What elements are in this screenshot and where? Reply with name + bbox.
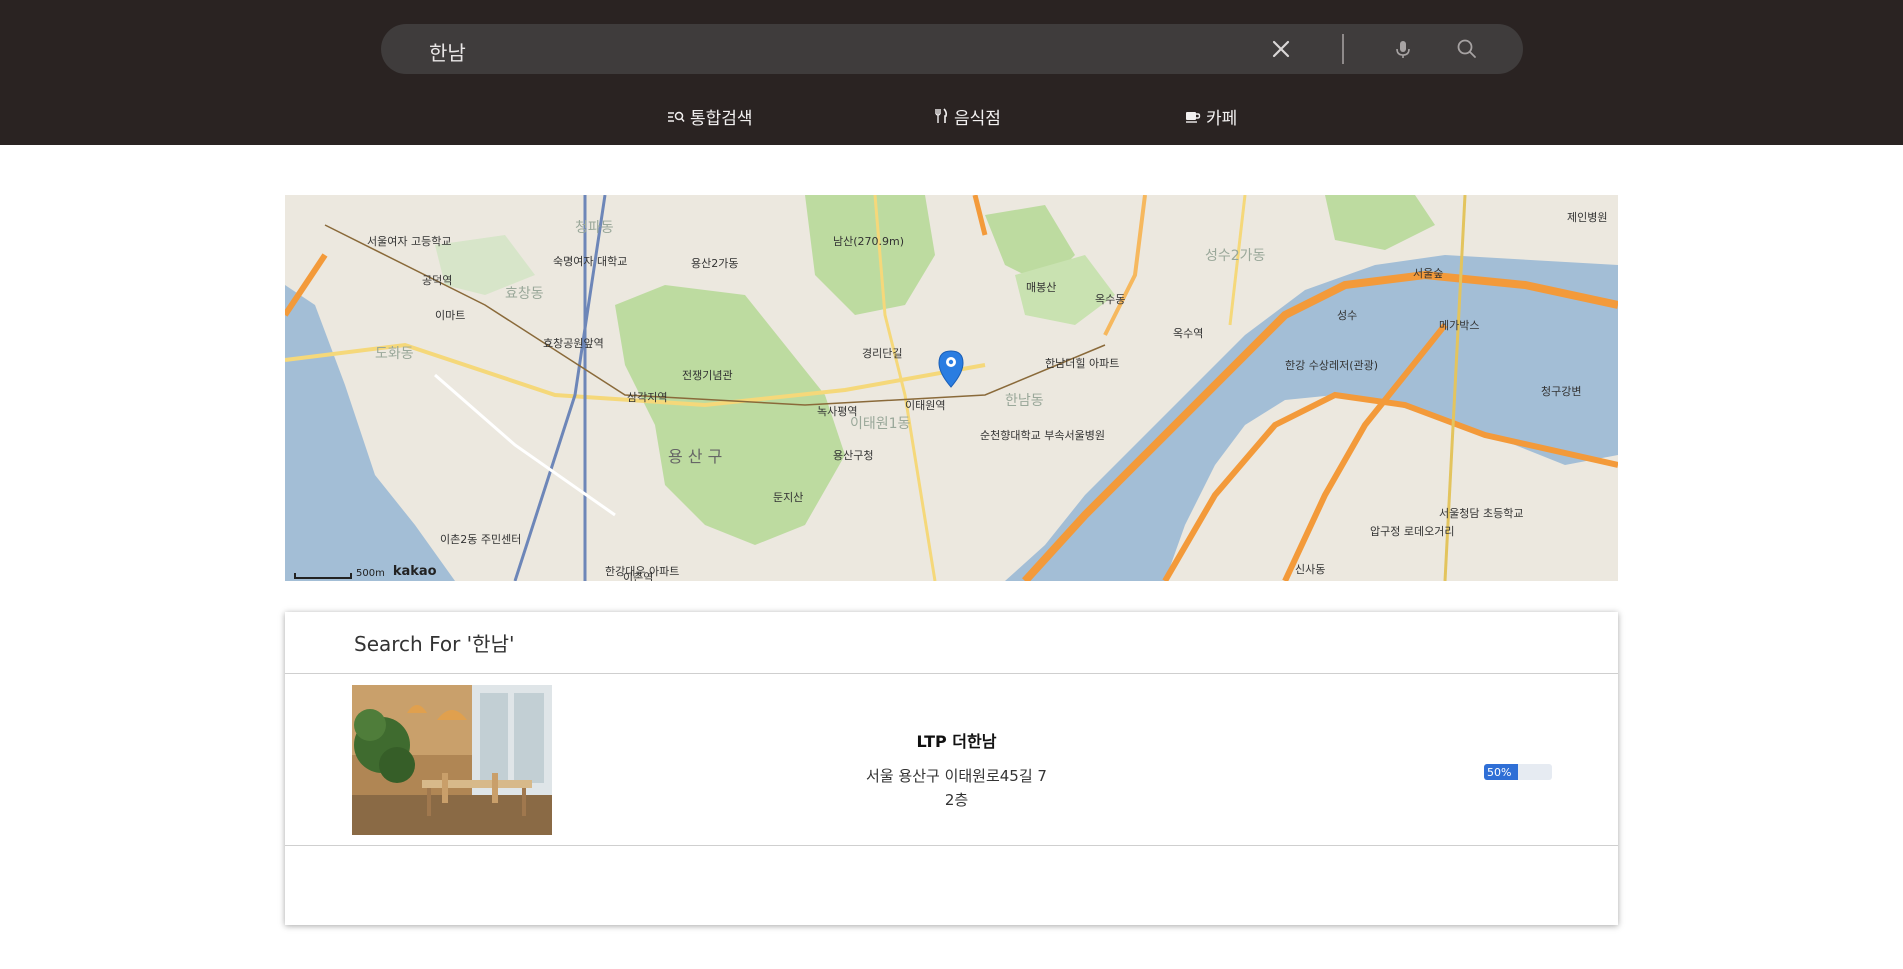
map-district-label: 청파동 xyxy=(575,220,614,236)
progress-label: 50% xyxy=(1487,766,1512,779)
search-divider xyxy=(1342,34,1344,64)
results-heading: Search For '한남' xyxy=(354,632,515,656)
tab-all-search[interactable]: 통합검색 xyxy=(667,102,753,130)
search-results-card: Search For '한남' LTP 더한남 서울 용산구 이태원로45길 7… xyxy=(285,612,1618,925)
address-line: 서울 용산구 이태원로45길 7 xyxy=(866,767,1047,785)
map-district-label: 옥수동 xyxy=(1095,293,1126,306)
search-list-icon xyxy=(668,111,685,122)
rating-progress-bar: 50% xyxy=(1484,764,1552,780)
map-place-label: 공덕역 xyxy=(422,274,453,287)
tab-restaurant[interactable]: 음식점 xyxy=(933,102,1001,130)
map-place-label: 녹사평역 xyxy=(817,405,858,418)
map-district-label: 용 산 구 xyxy=(668,447,723,466)
map-place-label: 이태원역 xyxy=(905,399,946,412)
tab-label: 통합검색 xyxy=(690,108,753,129)
address-line: 2층 xyxy=(944,791,969,809)
map-district-label: 용산2가동 xyxy=(691,257,739,270)
map-place-label: 옥수역 xyxy=(1173,327,1204,340)
map-place-label: 이촌역 xyxy=(623,571,654,581)
coffee-cup-icon xyxy=(1186,112,1201,123)
map-place-label: 서울청담 초등학교 xyxy=(1439,507,1524,520)
map-place-label: 용산구청 xyxy=(833,449,874,462)
place-address: 서울 용산구 이태원로45길 7 2층 xyxy=(285,764,1618,812)
map-scale: 500m kakao xyxy=(294,564,437,579)
map-view[interactable]: 용 산 구 용산2가동 한남동 이태원1동 도화동 효창동 청파동 옥수동 성수… xyxy=(285,195,1618,581)
fork-knife-icon xyxy=(935,108,948,123)
map-brand-logo: kakao xyxy=(392,564,437,579)
map-district-label: 이태원1동 xyxy=(850,416,911,432)
microphone-icon[interactable] xyxy=(1390,36,1416,62)
close-icon[interactable] xyxy=(1267,35,1295,63)
search-input[interactable]: 한남 xyxy=(429,37,466,66)
map-place-label: 이촌2동 주민센터 xyxy=(440,533,522,546)
map-district-label: 효창동 xyxy=(505,286,544,302)
map-place-label: 서울숲 xyxy=(1413,267,1444,280)
scale-label: 500m xyxy=(356,568,385,579)
map-place-label: 압구정 로데오거리 xyxy=(1370,525,1455,538)
map-place-label: 신사동 xyxy=(1295,563,1326,576)
map-place-label: 한강 수상레저(관광) xyxy=(1285,359,1379,372)
location-pin-icon[interactable] xyxy=(937,349,965,389)
map-place-label: 숙명여자 대학교 xyxy=(553,255,628,268)
map-place-label: 경리단길 xyxy=(862,347,903,360)
map-place-label: 서울여자 고등학교 xyxy=(367,235,452,248)
map-place-label: 성수 xyxy=(1337,309,1358,322)
category-tabs: 통합검색 음식점 카페 xyxy=(0,102,1903,132)
tab-label: 카페 xyxy=(1206,108,1238,129)
search-icon[interactable] xyxy=(1454,36,1480,62)
map-place-label: 남산(270.9m) xyxy=(833,235,905,248)
map-place-label: 전쟁기념관 xyxy=(682,369,733,382)
map-district-label: 도화동 xyxy=(375,346,414,362)
map-place-label: 둔지산 xyxy=(773,491,804,504)
map-place-label: 순천향대학교 부속서울병원 xyxy=(980,429,1105,442)
result-item[interactable]: LTP 더한남 서울 용산구 이태원로45길 7 2층 50% xyxy=(285,674,1618,845)
map-district-label: 한남동 xyxy=(1005,393,1044,409)
map-place-label: 제인병원 xyxy=(1567,211,1608,224)
map-place-label: 한남더힐 아파트 xyxy=(1045,357,1120,370)
tab-cafe[interactable]: 카페 xyxy=(1185,102,1237,130)
map-place-label: 효창공원앞역 xyxy=(543,337,604,350)
map-place-label: 청구강변 xyxy=(1541,385,1582,398)
map-place-label: 매봉산 xyxy=(1026,281,1057,294)
map-place-label: 이마트 xyxy=(435,309,466,322)
divider xyxy=(285,845,1618,846)
map-place-label: 메가박스 xyxy=(1439,319,1480,332)
place-thumbnail[interactable] xyxy=(352,685,552,835)
map-place-label: 삼각지역 xyxy=(627,391,668,404)
map-district-label: 성수2가동 xyxy=(1205,248,1266,264)
top-header: 한남 통합검색 음식점 카페 xyxy=(0,0,1903,145)
scale-bar xyxy=(294,573,352,579)
tab-label: 음식점 xyxy=(954,108,1001,129)
search-bar[interactable]: 한남 xyxy=(381,24,1523,74)
place-name[interactable]: LTP 더한남 xyxy=(285,728,1618,752)
